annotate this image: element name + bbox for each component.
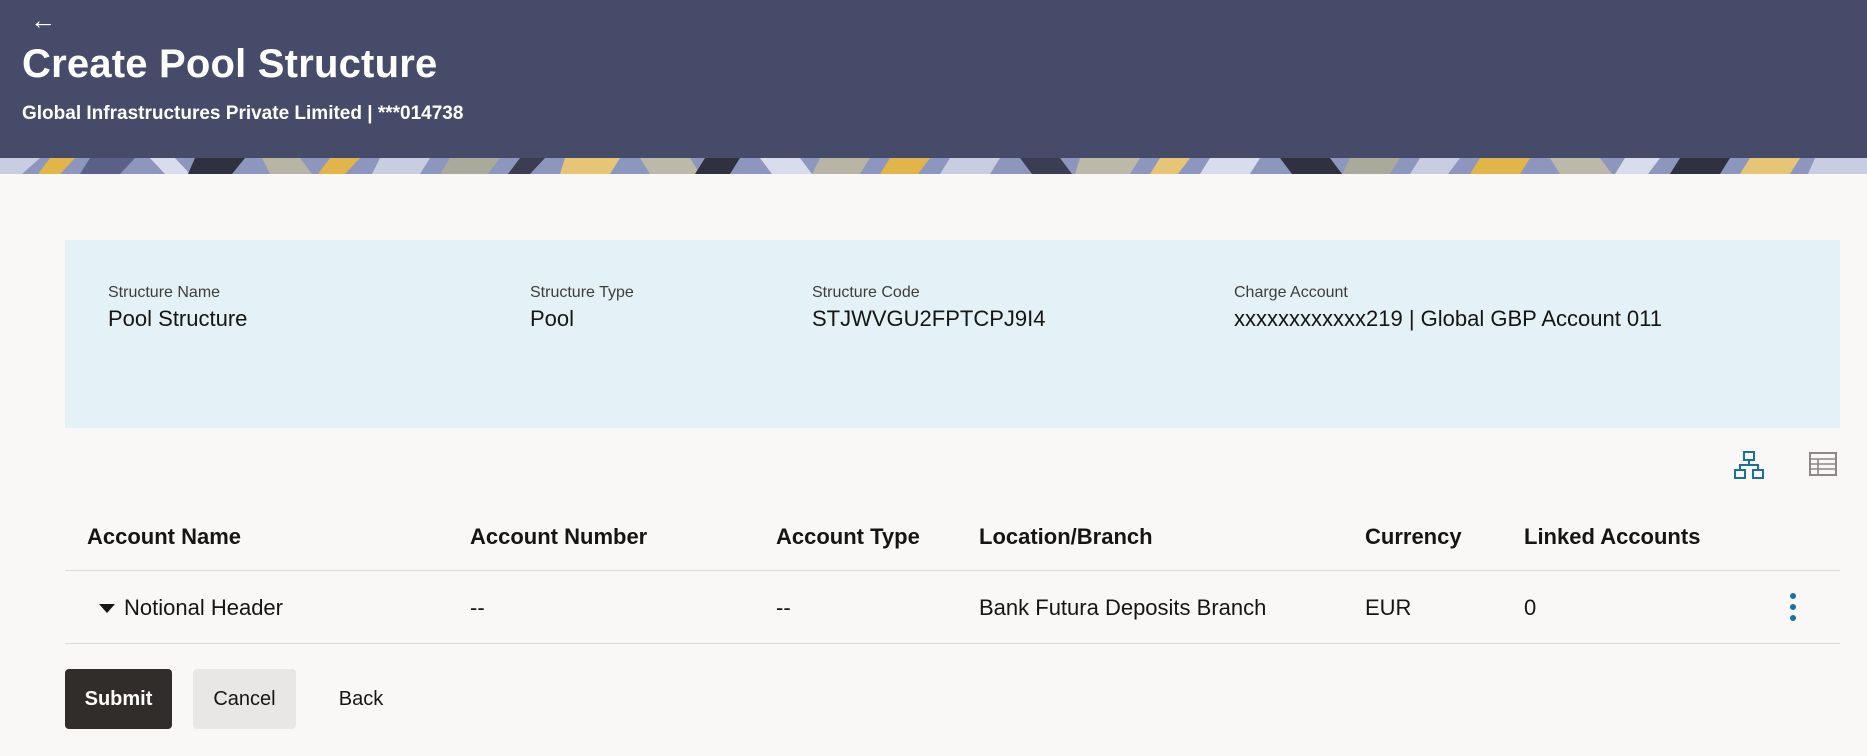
structure-type-label: Structure Type — [530, 284, 634, 301]
decorative-banner — [0, 158, 1867, 174]
banner-pattern — [0, 158, 1867, 174]
caret-down-icon[interactable] — [99, 604, 115, 613]
charge-account-field: Charge Account xxxxxxxxxxxx219 | Global … — [1234, 284, 1662, 332]
account-name-cell: Notional Header — [124, 595, 283, 620]
back-arrow-icon[interactable]: ← — [30, 6, 62, 34]
column-location-branch: Location/Branch — [979, 524, 1153, 549]
table-grid-icon[interactable] — [1807, 450, 1839, 480]
submit-button[interactable]: Submit — [65, 669, 172, 729]
page-header: ← Create Pool Structure Global Infrastru… — [0, 0, 1867, 158]
column-account-type: Account Type — [776, 524, 920, 549]
more-options-icon[interactable] — [1783, 591, 1803, 623]
charge-account-label: Charge Account — [1234, 284, 1348, 301]
structure-name-label: Structure Name — [108, 284, 221, 301]
currency-cell: EUR — [1365, 595, 1412, 620]
accounts-table-header: Account Name Account Number Account Type… — [65, 500, 1840, 571]
cancel-button[interactable]: Cancel — [193, 669, 296, 729]
structure-name-field: Structure Name Pool Structure — [108, 284, 247, 332]
structure-type-field: Structure Type Pool — [530, 284, 634, 332]
account-number-cell: -- — [470, 595, 485, 620]
column-account-number: Account Number — [470, 524, 648, 549]
structure-code-label: Structure Code — [812, 284, 920, 301]
structure-summary-panel: Structure Name Pool Structure Structure … — [65, 240, 1840, 428]
column-linked-accounts: Linked Accounts — [1524, 524, 1701, 549]
structure-code-field: Structure Code STJWVGU2FPTCPJ9I4 — [812, 284, 1045, 332]
structure-code-value: STJWVGU2FPTCPJ9I4 — [812, 306, 1046, 331]
column-currency: Currency — [1365, 524, 1462, 549]
party-subtitle: Global Infrastructures Private Limited |… — [22, 103, 464, 124]
back-button[interactable]: Back — [330, 669, 392, 729]
charge-account-value: xxxxxxxxxxxx219 | Global GBP Account 011 — [1234, 306, 1662, 331]
table-row: Notional Header -- -- Bank Futura Deposi… — [65, 571, 1840, 644]
column-account-name: Account Name — [87, 524, 242, 549]
page-title: Create Pool Structure — [22, 42, 438, 86]
structure-type-value: Pool — [530, 306, 575, 331]
hierarchy-icon[interactable] — [1733, 450, 1765, 480]
location-branch-cell: Bank Futura Deposits Branch — [979, 595, 1267, 620]
linked-accounts-cell: 0 — [1524, 595, 1537, 620]
structure-name-value: Pool Structure — [108, 306, 248, 331]
account-type-cell: -- — [776, 595, 791, 620]
